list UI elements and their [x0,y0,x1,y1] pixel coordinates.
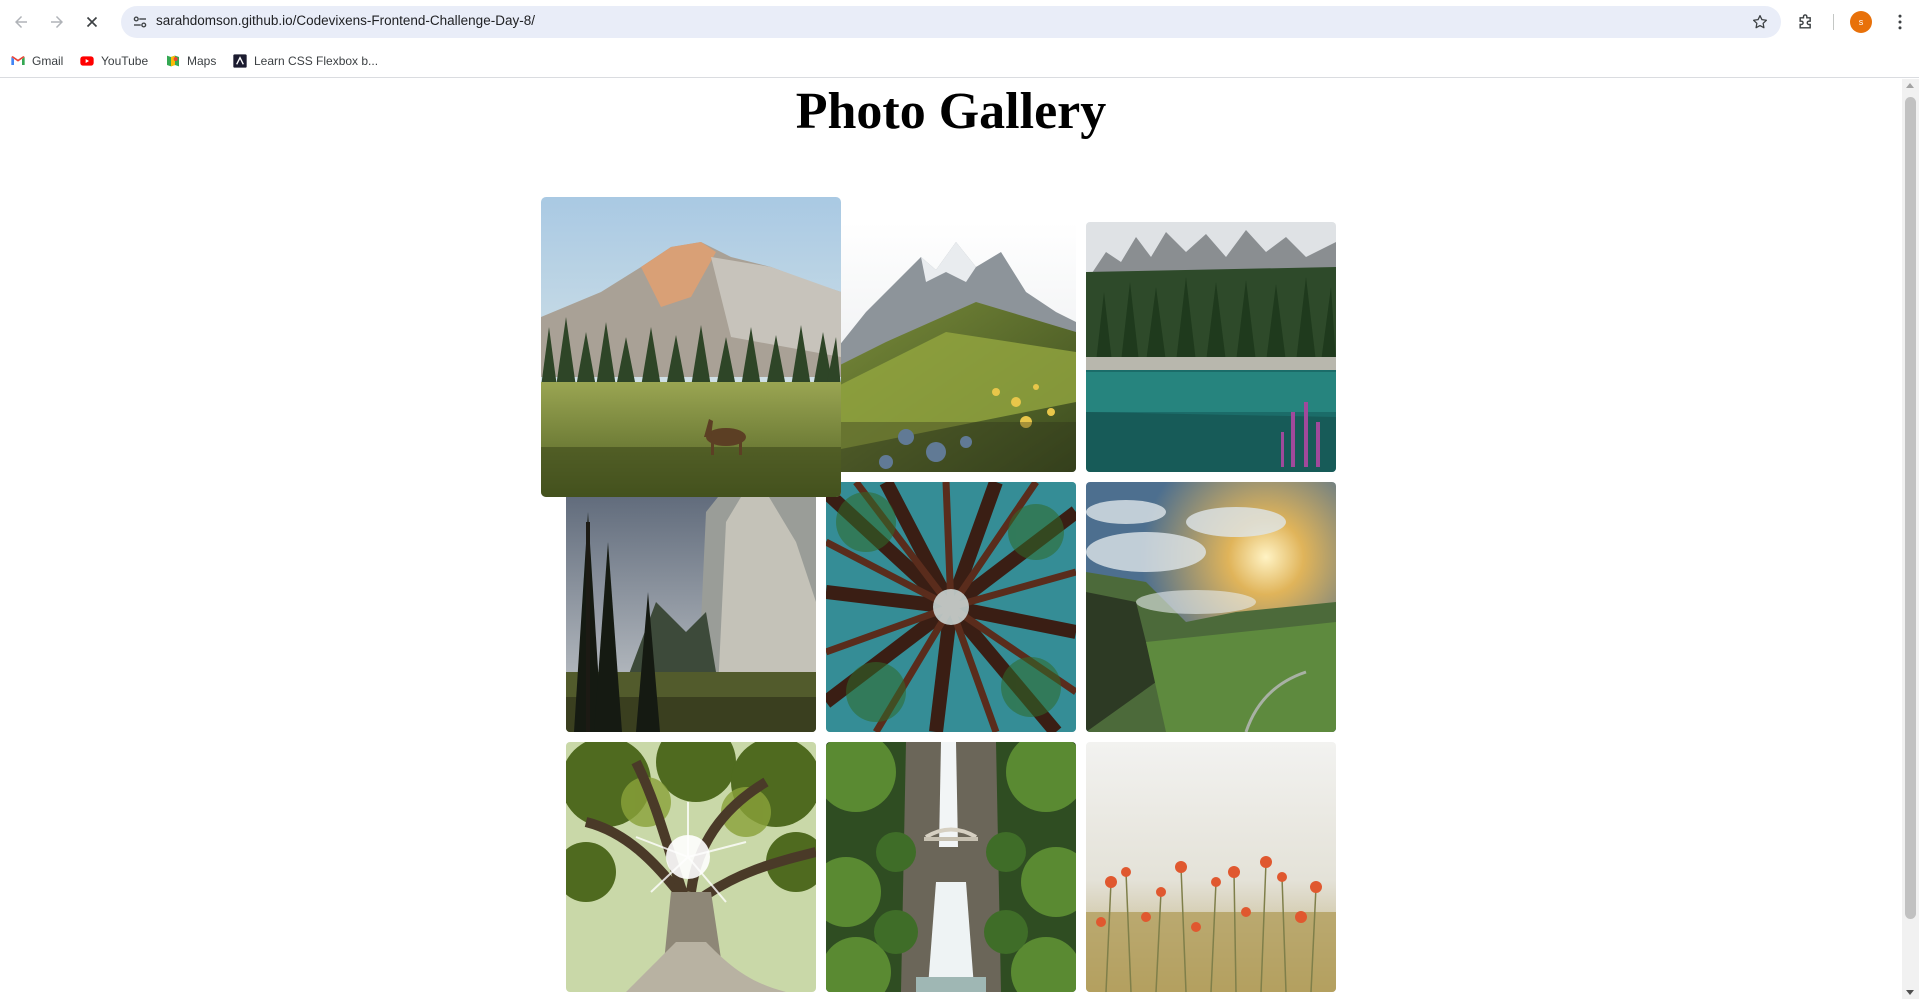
menu-button[interactable] [1889,11,1911,33]
waterfall-image [826,742,1076,992]
misty-valley-image [1086,482,1336,732]
gallery-photo-giant-tree[interactable] [566,742,816,992]
bookmark-star-icon[interactable] [1751,13,1769,31]
close-icon [86,16,98,28]
alpine-peaks-image [826,222,1076,472]
extensions-button[interactable] [1795,11,1817,33]
forward-arrow-icon [51,16,63,28]
maps-icon [167,55,179,67]
stop-loading-button[interactable] [79,9,105,35]
bookmark-flexbox[interactable]: Learn CSS Flexbox b... [232,51,378,71]
redwood-canopy-image [826,482,1076,732]
flexbox-icon [233,54,247,68]
puzzle-icon [1799,14,1811,29]
page-viewport: Photo Gallery [0,79,1902,999]
site-info-icon[interactable] [131,13,149,31]
bookmarks-bar: Gmail YouTube Maps Learn CSS Flexbox b..… [0,44,1919,78]
page-scrollbar[interactable] [1902,79,1919,999]
granite-cliff-image [566,482,816,732]
poppy-field-image [1086,742,1336,992]
bookmark-label: Maps [187,54,217,68]
kebab-menu-icon [1898,14,1902,30]
gallery-photo-mountain-lake[interactable] [1086,222,1336,472]
gallery-photo-mountain-meadow-zoomed[interactable] [541,197,841,497]
profile-initial: s [1858,17,1864,27]
gallery-photo-alpine-peaks[interactable] [826,222,1076,472]
url-text[interactable]: sarahdomson.github.io/Codevixens-Fronten… [156,13,535,28]
mountain-meadow-image [541,197,841,497]
toolbar-divider [1833,14,1834,30]
scroll-down-arrow-icon[interactable] [1906,990,1914,995]
address-bar[interactable]: sarahdomson.github.io/Codevixens-Fronten… [121,6,1781,38]
browser-toolbar: sarahdomson.github.io/Codevixens-Fronten… [0,0,1919,44]
bookmark-gmail[interactable]: Gmail [10,51,63,71]
gallery-photo-poppy-field[interactable] [1086,742,1336,992]
gallery-photo-redwood-canopy[interactable] [826,482,1076,732]
forward-button[interactable] [44,9,70,35]
bookmark-label: YouTube [101,54,149,68]
scrollbar-thumb[interactable] [1905,97,1916,919]
gallery-photo-waterfall[interactable] [826,742,1076,992]
profile-avatar[interactable]: s [1850,11,1872,33]
back-arrow-icon [15,16,27,28]
bookmark-maps[interactable]: Maps [165,51,216,71]
page-title: Photo Gallery [795,83,1107,140]
giant-tree-image [566,742,816,992]
scroll-up-arrow-icon[interactable] [1906,83,1914,88]
gallery-photo-misty-valley[interactable] [1086,482,1336,732]
back-button[interactable] [8,9,34,35]
youtube-icon [80,56,94,66]
bookmark-label: Gmail [32,54,64,68]
bookmark-label: Learn CSS Flexbox b... [254,54,379,68]
gmail-icon [11,56,25,65]
bookmark-youtube[interactable]: YouTube [79,51,148,71]
gallery-photo-granite-cliff[interactable] [566,482,816,732]
mountain-lake-image [1086,222,1336,472]
